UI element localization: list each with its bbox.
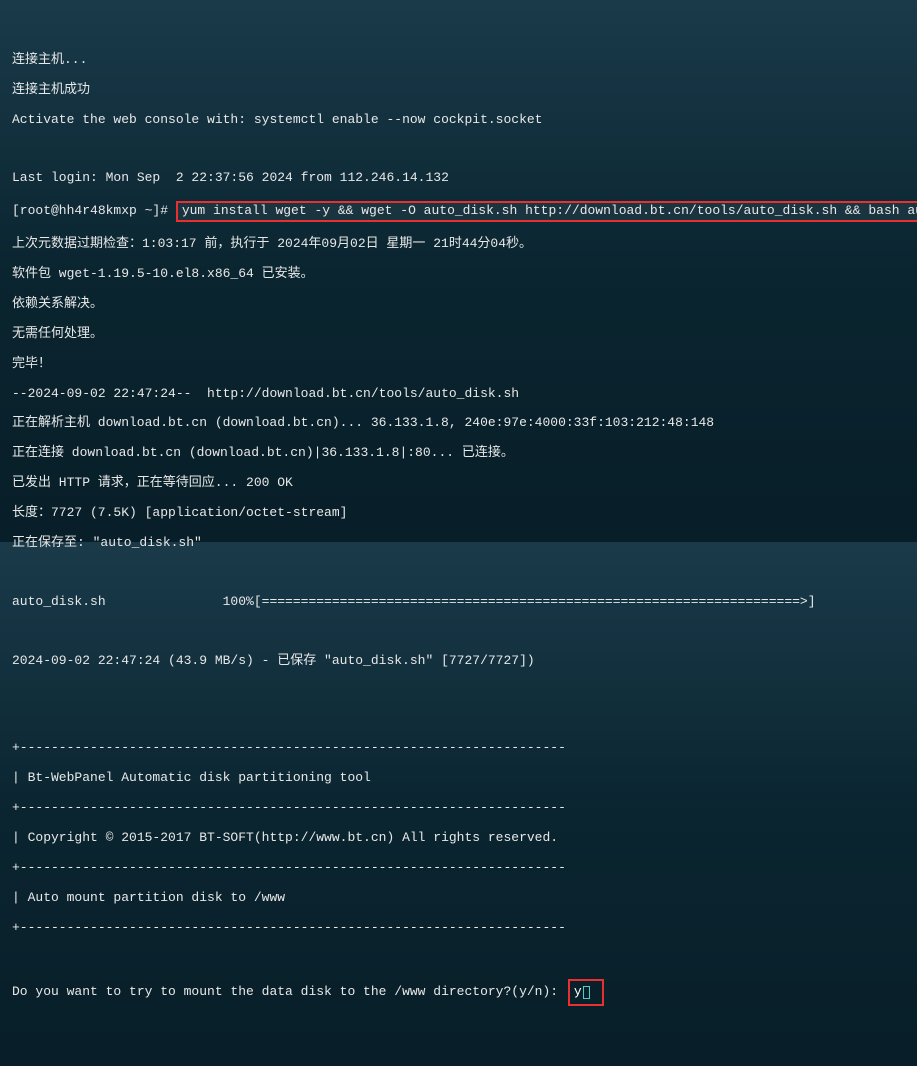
term-line <box>12 566 905 580</box>
saving-to-line: 正在保存至: "auto_disk.sh" <box>12 536 905 551</box>
banner-border: +---------------------------------------… <box>12 921 905 936</box>
term-line <box>12 142 905 156</box>
term-line: Activate the web console with: systemctl… <box>12 113 905 128</box>
dns-resolve-line: 正在解析主机 download.bt.cn (download.bt.cn)..… <box>12 416 905 431</box>
term-line: 连接主机... <box>12 53 905 68</box>
term-line: 软件包 wget-1.19.5-10.el8.x86_64 已安装。 <box>12 267 905 282</box>
command-line[interactable]: [root@hh4r48kmxp ~]# yum install wget -y… <box>12 201 905 222</box>
banner-copyright: | Copyright © 2015-2017 BT-SOFT(http://w… <box>12 831 905 846</box>
banner-border: +---------------------------------------… <box>12 801 905 816</box>
term-line: 无需任何处理。 <box>12 327 905 342</box>
http-status-line: 已发出 HTTP 请求，正在等待回应... 200 OK <box>12 476 905 491</box>
banner-title: | Bt-WebPanel Automatic disk partitionin… <box>12 771 905 786</box>
answer-char: y <box>574 984 582 999</box>
term-line: 上次元数据过期检查：1:03:17 前，执行于 2024年09月02日 星期一 … <box>12 237 905 252</box>
connect-line: 正在连接 download.bt.cn (download.bt.cn)|36.… <box>12 446 905 461</box>
mount-question: Do you want to try to mount the data dis… <box>12 984 566 999</box>
wget-start-line: --2024-09-02 22:47:24-- http://download.… <box>12 387 905 402</box>
progress-bar-line: auto_disk.sh 100%[======================… <box>12 595 905 610</box>
banner-desc: | Auto mount partition disk to /www <box>12 891 905 906</box>
content-length-line: 长度：7727 (7.5K) [application/octet-stream… <box>12 506 905 521</box>
banner-border: +---------------------------------------… <box>12 861 905 876</box>
term-line <box>12 950 905 964</box>
term-line: 完毕！ <box>12 357 905 372</box>
highlighted-command: yum install wget -y && wget -O auto_disk… <box>176 201 917 222</box>
term-line: 依赖关系解决。 <box>12 297 905 312</box>
download-done-line: 2024-09-02 22:47:24 (43.9 MB/s) - 已保存 "a… <box>12 654 905 669</box>
term-line <box>12 683 905 697</box>
highlighted-answer[interactable]: y <box>568 979 604 1006</box>
shell-prompt: [root@hh4r48kmxp ~]# <box>12 203 176 218</box>
term-line: 连接主机成功 <box>12 83 905 98</box>
prompt-line[interactable]: Do you want to try to mount the data dis… <box>12 979 905 1006</box>
banner-border: +---------------------------------------… <box>12 741 905 756</box>
cursor-icon <box>583 986 590 999</box>
last-login-line: Last login: Mon Sep 2 22:37:56 2024 from… <box>12 171 905 186</box>
term-line <box>12 625 905 639</box>
term-line <box>12 712 905 726</box>
